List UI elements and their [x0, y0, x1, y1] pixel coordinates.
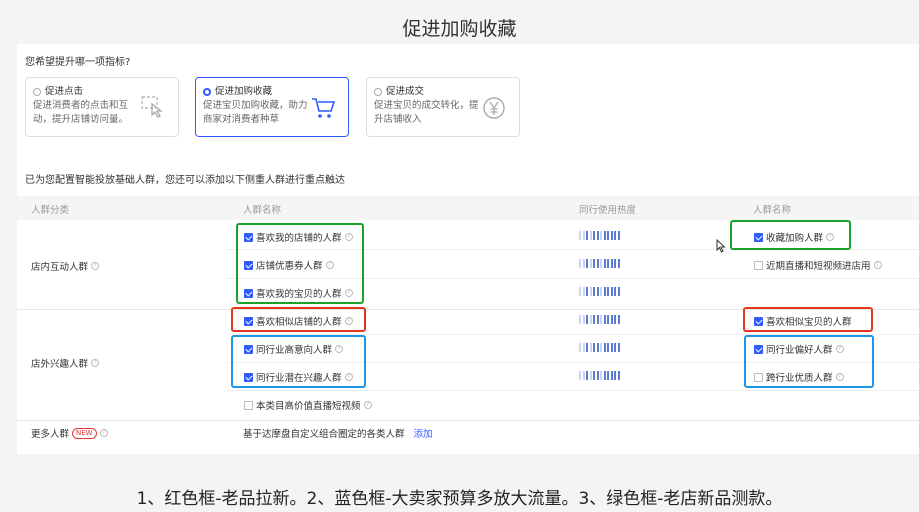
cart-icon: [312, 98, 336, 118]
slide-title: 促进加购收藏: [402, 18, 517, 40]
help-icon[interactable]: ?: [99, 429, 108, 437]
heat-bar: [579, 231, 620, 240]
option-add-to-cart[interactable]: 促进加购收藏 促进宝贝加购收藏，助力商家对消费者种草: [195, 77, 349, 137]
category-in-store: 店内互动人群?: [31, 259, 100, 273]
click-icon: [141, 96, 163, 118]
slide-caption: 1、红色框-老品拉新。2、蓝色框-大卖家预算多放大流量。3、绿色框-老店新品测款…: [136, 489, 783, 509]
green-annotation-box: [730, 220, 851, 250]
row-divider: [227, 390, 919, 391]
radio-icon[interactable]: [33, 88, 41, 96]
crowd-hint: 已为您配置智能投放基础人群，您还可以添加以下侧重人群进行重点触达: [25, 175, 345, 186]
help-icon[interactable]: ?: [91, 262, 100, 270]
radio-selected-icon[interactable]: [203, 88, 211, 96]
radio-icon[interactable]: [374, 88, 382, 96]
blue-annotation-box: [231, 335, 366, 388]
more-crowd-row: 基于达摩盘自定义组合圈定的各类人群 添加: [243, 426, 433, 440]
red-annotation-box: [231, 307, 366, 332]
col-header-crowd: 人群名称: [243, 205, 282, 216]
red-annotation-box: [743, 307, 873, 332]
heat-bar: [579, 287, 620, 296]
checkbox-icon[interactable]: [754, 260, 763, 270]
heat-bar: [579, 343, 620, 352]
col-header-heat: 同行使用热度: [579, 205, 637, 216]
mouse-cursor-icon: [716, 239, 726, 253]
new-badge: NEW: [72, 427, 97, 439]
option-conversion[interactable]: 促进成交 促进宝贝的成交转化，提升店铺收入: [366, 77, 520, 137]
crowd-checkbox-item-right[interactable]: 近期直播和短视频进店用?: [754, 258, 882, 272]
help-icon[interactable]: ?: [363, 401, 372, 409]
targeting-panel: 您希望提升哪一项指标? 促进点击 促进消费者的点击和互动，提升店铺访问量。 促进…: [17, 44, 919, 454]
add-crowd-link[interactable]: 添加: [414, 426, 433, 440]
checkbox-icon[interactable]: [244, 400, 253, 410]
help-icon[interactable]: ?: [873, 261, 882, 269]
heat-bar: [579, 259, 620, 268]
col-header-category: 人群分类: [31, 205, 70, 216]
metric-question: 您希望提升哪一项指标?: [25, 57, 131, 68]
yen-icon: [483, 97, 505, 119]
help-icon[interactable]: ?: [91, 359, 100, 367]
table-header: 人群分类 人群名称 同行使用热度 人群名称: [17, 196, 919, 220]
heat-bar: [579, 371, 620, 380]
col-header-crowd-right: 人群名称: [753, 205, 792, 216]
category-more: 更多人群 NEW?: [31, 426, 108, 440]
green-annotation-box: [236, 223, 364, 304]
row-divider: [17, 420, 919, 421]
category-out-store: 店外兴趣人群?: [31, 356, 100, 370]
crowd-checkbox-item[interactable]: 本类目高价值直播短视频?: [244, 398, 372, 412]
blue-annotation-box: [744, 335, 874, 388]
heat-bar: [579, 315, 620, 324]
option-click[interactable]: 促进点击 促进消费者的点击和互动，提升店铺访问量。: [25, 77, 179, 137]
